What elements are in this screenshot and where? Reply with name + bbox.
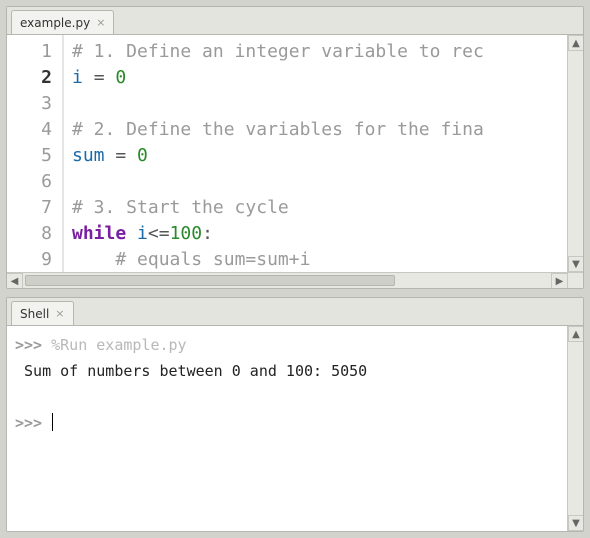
line-number: 7 (7, 195, 52, 221)
shell-tab[interactable]: Shell × (11, 301, 74, 325)
editor-panel: example.py × 123456789 # 1. Define an in… (6, 6, 584, 289)
scroll-right-arrow-icon[interactable]: ▶ (551, 273, 567, 288)
editor-tab[interactable]: example.py × (11, 10, 114, 34)
shell-panel: Shell × >>> %Run example.py Sum of numbe… (6, 297, 584, 532)
code-line[interactable]: i = 0 (72, 65, 583, 91)
code-line[interactable] (72, 169, 583, 195)
line-number: 5 (7, 143, 52, 169)
editor-scrollbar-horizontal[interactable]: ◀ ▶ (7, 272, 567, 288)
shell-tab-label: Shell (20, 307, 49, 321)
scroll-track-horizontal[interactable] (23, 273, 551, 288)
line-number: 6 (7, 169, 52, 195)
shell-run-command: %Run example.py (51, 336, 186, 354)
line-number: 3 (7, 91, 52, 117)
line-number: 4 (7, 117, 52, 143)
code-line[interactable]: # equals sum=sum+i (72, 247, 583, 272)
shell-prompt: >>> (15, 414, 42, 432)
scroll-down-arrow-icon[interactable]: ▼ (568, 256, 583, 272)
line-number: 9 (7, 247, 52, 272)
line-number: 8 (7, 221, 52, 247)
shell-scrollbar-vertical[interactable]: ▲ ▼ (567, 326, 583, 531)
code-line[interactable] (72, 91, 583, 117)
line-number-gutter: 123456789 (7, 35, 62, 272)
code-line[interactable]: sum = 0 (72, 143, 583, 169)
editor-content: 123456789 # 1. Define an integer variabl… (7, 34, 583, 288)
code-text[interactable]: # 1. Define an integer variable to reci … (64, 35, 583, 272)
close-icon[interactable]: × (55, 307, 64, 320)
close-icon[interactable]: × (96, 16, 105, 29)
code-editor[interactable]: 123456789 # 1. Define an integer variabl… (7, 35, 583, 272)
scroll-up-arrow-icon[interactable]: ▲ (568, 326, 583, 342)
scroll-left-arrow-icon[interactable]: ◀ (7, 273, 23, 288)
shell-output[interactable]: >>> %Run example.py Sum of numbers betwe… (7, 326, 567, 531)
editor-tab-label: example.py (20, 16, 90, 30)
text-cursor (52, 413, 53, 431)
code-line[interactable]: # 2. Define the variables for the fina (72, 117, 583, 143)
shell-prompt: >>> (15, 336, 42, 354)
editor-tabbar: example.py × (7, 7, 583, 34)
shell-output-line: Sum of numbers between 0 and 100: 5050 (15, 362, 367, 380)
code-line[interactable]: while i<=100: (72, 221, 583, 247)
shell-content-wrapper: >>> %Run example.py Sum of numbers betwe… (7, 325, 583, 531)
shell-tabbar: Shell × (7, 298, 583, 325)
code-line[interactable]: # 1. Define an integer variable to rec (72, 39, 583, 65)
scroll-track-vertical[interactable] (568, 342, 583, 515)
scroll-up-arrow-icon[interactable]: ▲ (568, 35, 583, 51)
scroll-track-vertical[interactable] (568, 51, 583, 256)
code-line[interactable]: # 3. Start the cycle (72, 195, 583, 221)
scroll-corner (567, 272, 583, 288)
editor-scrollbar-vertical[interactable]: ▲ ▼ (567, 35, 583, 272)
scroll-down-arrow-icon[interactable]: ▼ (568, 515, 583, 531)
scroll-thumb-horizontal[interactable] (25, 275, 395, 286)
line-number: 1 (7, 39, 52, 65)
line-number: 2 (7, 65, 52, 91)
